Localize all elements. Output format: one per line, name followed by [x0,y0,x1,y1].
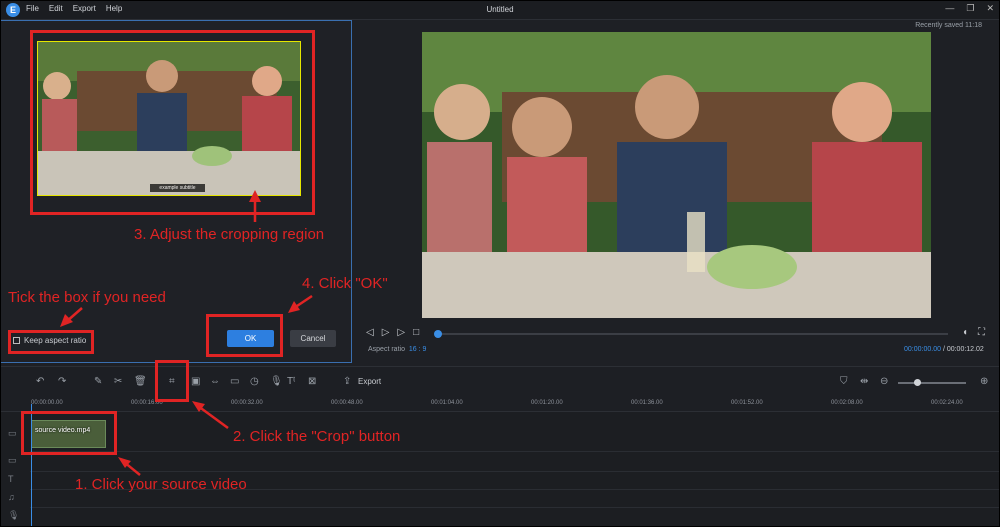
video-track[interactable] [30,412,1000,452]
edit-icon[interactable]: ✎ [94,376,102,387]
playback-progress-knob[interactable] [434,330,442,338]
playhead[interactable] [31,404,32,527]
keep-aspect-label: Keep aspect ratio [24,336,87,345]
ruler-tick: 00:01:52.00 [731,400,763,406]
crop-icon[interactable]: ⌗ [169,376,175,387]
annotation-step1: 1. Click your source video [75,476,247,493]
aspect-ratio-readout: Aspect ratio 16 : 9 [368,346,426,353]
keep-aspect-checkbox[interactable]: Keep aspect ratio [13,336,86,345]
annotation-step2: 2. Click the "Crop" button [233,428,401,445]
timeline-tracks: ▭ ▭ T ♫ 🎙 [0,412,1000,527]
video-preview [422,32,931,318]
ruler-tick: 00:00:48.00 [331,400,363,406]
edit-toolbar: ↶ ↷ ✎ ✂ 🗑 ⌗ ▣ ⇔ ▭ ◷ 🎙 Tᵗ ⊠ ⇪ Export ⛉ ⇹ … [0,366,1000,396]
volume-icon[interactable]: ◖ [962,327,968,338]
overlay-track[interactable] [30,452,1000,472]
voice-track-icon: 🎙 [8,510,20,520]
window-controls: — ❐ ✕ [945,3,994,14]
ruler-tick: 00:01:04.00 [431,400,463,406]
preview-right-controls: ◖ ⛶ [962,327,985,338]
ruler-tick: 00:02:24.00 [931,400,963,406]
fit-icon[interactable]: ⇹ [860,376,868,387]
image-icon[interactable]: ⊠ [308,376,316,387]
app-window: E File Edit Export Help Untitled — ❐ ✕ e… [0,0,1000,527]
voice-track[interactable] [30,508,1000,527]
export-icon[interactable]: ⇪ [343,376,351,387]
ruler-tick: 00:00:16.00 [131,400,163,406]
annotation-tick: Tick the box if you need [8,289,166,306]
zoom-in-icon[interactable]: ⊕ [980,376,988,387]
cut-icon[interactable]: ✂ [114,376,122,387]
title-bar: E File Edit Export Help Untitled — ❐ ✕ [0,0,1000,20]
zoom-out-icon[interactable]: ⊖ [880,376,888,387]
ok-button[interactable]: OK [227,330,274,347]
voiceover-icon[interactable]: 🎙 [270,376,283,387]
ruler-tick: 00:02:08.00 [831,400,863,406]
saved-status: Recently saved 11:18 [915,22,982,29]
playback-controls: ◁ ▷ ▷ □ [366,327,419,338]
clip-caption: example subtitle [150,184,205,192]
annotation-step4: 4. Click "OK" [302,275,388,292]
duration-icon[interactable]: ◷ [250,376,259,387]
timeline-ruler[interactable]: 00:00:00.00 00:00:16.00 00:00:32.00 00:0… [0,396,1000,412]
ruler-tick: 00:00:32.00 [231,400,263,406]
current-time: 00:00:00.00 [904,346,941,353]
annotation-step3: 3. Adjust the cropping region [134,226,325,243]
delete-icon[interactable]: 🗑 [134,376,147,387]
restore-icon[interactable]: ❐ [966,3,974,14]
play-icon[interactable]: ▷ [382,327,390,338]
export-button[interactable]: Export [358,377,381,386]
aspect-ratio-label: Aspect ratio [368,346,405,353]
minimize-icon[interactable]: — [945,3,954,14]
mosaic-icon[interactable]: ▣ [191,376,200,387]
music-track-icon: ♫ [8,492,15,502]
time-readout: 00:00:00.00 / 00:00:12.02 [904,346,984,353]
fullscreen-icon[interactable]: ⛶ [978,327,985,338]
redo-icon[interactable]: ↷ [58,376,66,387]
crop-region-frame[interactable] [37,41,301,196]
text-to-speech-icon[interactable]: Tᵗ [287,376,295,387]
zoom-slider[interactable] [898,382,966,384]
ruler-tick: 00:01:36.00 [631,400,663,406]
checkbox-box[interactable] [13,337,20,344]
next-frame-icon[interactable]: ▷ [397,327,405,338]
text-track-icon: T [8,474,14,484]
overlay-track-icon: ▭ [8,455,17,465]
clip-name: source video.mp4 [35,427,91,434]
stop-icon[interactable]: □ [413,327,419,338]
total-time: / 00:00:12.02 [942,346,984,353]
close-icon[interactable]: ✕ [986,3,994,14]
prev-frame-icon[interactable]: ◁ [366,327,374,338]
ruler-tick: 00:01:20.00 [531,400,563,406]
window-title: Untitled [486,5,514,14]
playback-progress-bar[interactable] [436,333,948,335]
timeline-video-clip[interactable]: source video.mp4 [31,420,106,448]
shield-icon[interactable]: ⛉ [840,376,848,387]
freeze-icon[interactable]: ▭ [230,376,239,387]
ruler-tick: 00:00:00.00 [31,400,63,406]
cancel-button[interactable]: Cancel [290,330,336,347]
aspect-ratio-value[interactable]: 16 : 9 [409,346,427,353]
undo-icon[interactable]: ↶ [36,376,44,387]
zoom-slider-knob[interactable] [914,379,921,386]
video-track-icon: ▭ [8,428,17,438]
speed-icon[interactable]: ⇔ [210,376,220,387]
